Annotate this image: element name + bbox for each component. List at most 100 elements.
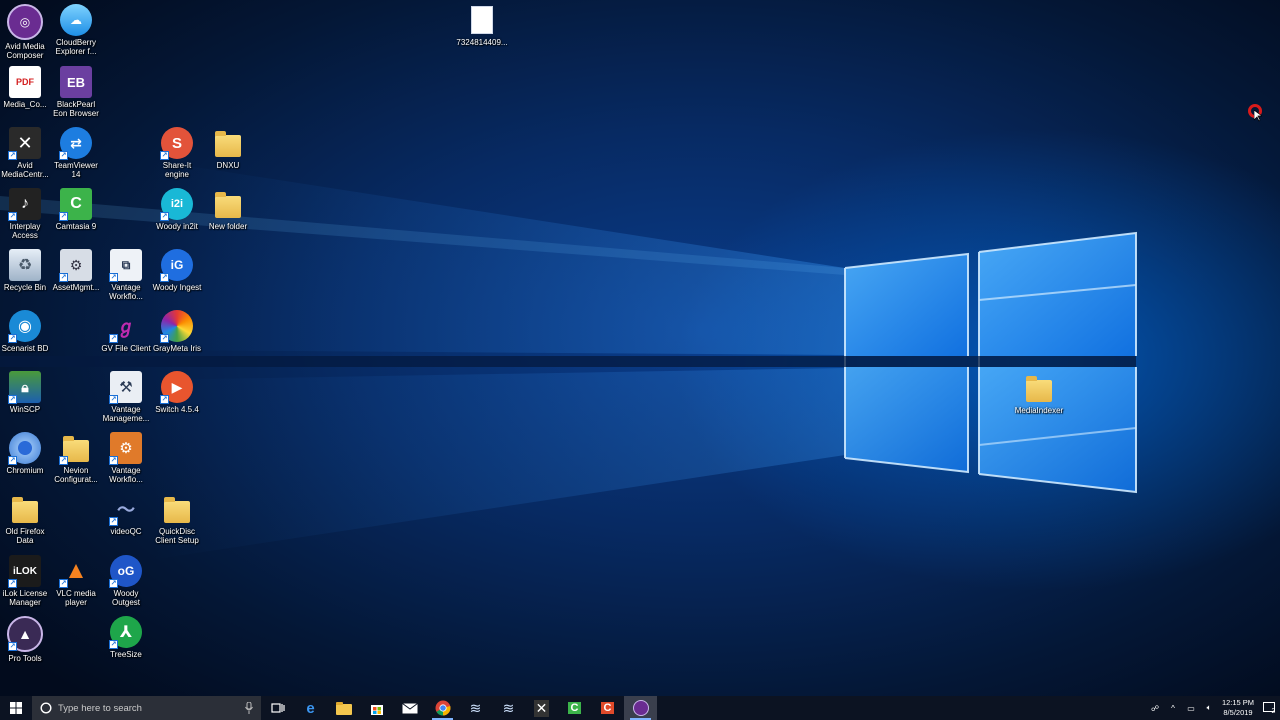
icon-label: DNXU [216,161,240,170]
desktop-icon-cloudberry[interactable]: ☁ CloudBerry Explorer f... [51,4,101,56]
gv-file-client-icon: ℊ ↗ [109,317,135,343]
taskbar: Type here to search e ≋ ≋ ✕ C C ☍ ^ ▭ 🔈︎… [0,696,1280,720]
shortcut-arrow-icon: ↗ [59,456,68,465]
desktop-icon-ilok[interactable]: iLOK ↗ iLok License Manager [0,555,50,607]
desktop-icon-teamviewer[interactable]: ⇄ ↗ TeamViewer 14 [51,127,101,179]
icon-label: TeamViewer 14 [54,161,98,179]
shortcut-arrow-icon: ↗ [8,151,17,160]
shortcut-arrow-icon: ↗ [160,395,169,404]
mouse-pointer-icon [1254,110,1262,122]
task-view-icon [270,703,285,713]
desktop-icon-mediaindexer[interactable]: MediaIndexer [1013,372,1065,415]
icon-label: Avid MediaCentr... [1,161,49,179]
taskbar-edge[interactable]: e [294,696,327,720]
desktop-icon-vantage-manageme[interactable]: ⚒ ↗ Vantage Manageme... [101,371,151,423]
nevion-folder-icon: ↗ [59,432,92,465]
taskbar-app-swirl-1[interactable]: ≋ [459,696,492,720]
taskbar-camtasia-recorder[interactable]: C [591,696,624,720]
vlc-cone-icon: ▲ ↗ [59,557,88,588]
desktop-icon-nevion[interactable]: ↗ Nevion Configurat... [51,432,101,484]
assetmgmt-icon: ⚙ ↗ [59,249,92,282]
desktop-icon-vantage-workflo-1[interactable]: ⧉ ↗ Vantage Workflo... [101,249,151,301]
blackpearl-icon: EB [60,66,92,98]
microphone-icon[interactable] [245,702,253,714]
shortcut-arrow-icon: ↗ [109,395,118,404]
icon-label: Vantage Workflo... [109,466,143,484]
camtasia-icon: C [567,702,582,714]
desktop-icon-woody-outgest[interactable]: oG ↗ Woody Outgest [101,555,151,607]
desktop-icon-file-732[interactable]: 7324814409... [456,4,508,47]
icon-label: New folder [208,222,248,231]
interplay-icon: ♪ ↗ [8,188,41,221]
taskbar-camtasia-green[interactable]: C [558,696,591,720]
desktop-icon-vantage-workflo-2[interactable]: ⚙ ↗ Vantage Workflo... [101,432,151,484]
desktop-icon-videoqc[interactable]: 〜 ↗ videoQC [101,493,151,536]
woody-ingest-icon: iG ↗ [160,249,193,282]
desktop-icon-treesize[interactable]: ⅄ ↗ TreeSize [101,616,151,659]
windows-logo-icon [10,702,22,714]
icon-label: VLC media player [56,589,96,607]
desktop-icon-media-co[interactable]: PDF Media_Co... [0,66,50,109]
desktop-icon-graymeta[interactable]: ↗ GrayMeta Iris [152,310,202,353]
camtasia-recorder-icon: C [600,702,615,714]
shortcut-arrow-icon: ↗ [59,579,68,588]
clock-time: 12:15 PM [1221,698,1255,707]
icon-label: Vantage Manageme... [102,405,150,423]
folder-icon [1023,372,1055,404]
desktop-icon-switch[interactable]: ▶ ↗ Switch 4.5.4 [152,371,202,414]
start-button[interactable] [0,696,32,720]
desktop-icon-woody-in2it[interactable]: i2i ↗ Woody in2it [152,188,202,231]
store-bag-icon [370,705,383,715]
taskbar-app-swirl-2[interactable]: ≋ [492,696,525,720]
volume-icon[interactable]: 🔈︎ [1200,703,1218,713]
icon-label: TreeSize [110,650,142,659]
desktop-icon-camtasia[interactable]: C ↗ Camtasia 9 [51,188,101,231]
people-icon[interactable]: ☍ [1146,704,1164,713]
desktop-icon-old-firefox[interactable]: Old Firefox Data [0,493,50,545]
action-center-button[interactable]: 2 [1258,702,1280,715]
icon-label: Switch 4.5.4 [155,405,199,414]
document-file-icon [466,4,498,36]
avid-mediacentral-icon: ✕ [533,699,550,717]
desktop-icon-quickdisc[interactable]: QuickDisc Client Setup [152,493,202,545]
cloudberry-icon: ☁ [60,4,92,36]
desktop-icon-new-folder[interactable]: New folder [203,188,253,231]
desktop-icon-gv-file-client[interactable]: ℊ ↗ GV File Client [101,310,151,353]
taskbar-avid-mediacentral[interactable]: ✕ [525,696,558,720]
vantage-workflow-icon: ⚙ ↗ [109,432,142,465]
desktop-icon-pro-tools[interactable]: ▲ ↗ Pro Tools [0,616,50,663]
network-icon[interactable]: ▭ [1182,704,1200,713]
taskbar-store[interactable] [360,696,393,720]
desktop-icon-interplay[interactable]: ♪ ↗ Interplay Access [0,188,50,240]
desktop-icon-avid-mediacentral[interactable]: ✕ ↗ Avid MediaCentr... [0,127,50,179]
clock-date: 8/5/2019 [1223,708,1253,717]
folder-icon [9,493,41,525]
desktop-icon-scenarist[interactable]: ◉ ↗ Scenarist BD [0,310,50,353]
show-hidden-icons-chevron-icon[interactable]: ^ [1164,704,1182,713]
desktop-icon-blackpearl[interactable]: EB BlackPearl Eon Browser [51,66,101,118]
taskbar-mail[interactable] [393,696,426,720]
icon-label: Chromium [6,466,44,475]
icon-label: Interplay Access [9,222,41,240]
swirl-app-icon: ≋ [469,699,482,716]
woody-outgest-icon: oG ↗ [109,555,142,588]
folder-icon [212,188,244,220]
icon-label: Old Firefox Data [5,527,45,545]
desktop-icon-avid-media-composer[interactable]: ◎ Avid Media Composer [0,4,50,60]
taskbar-file-explorer[interactable] [327,696,360,720]
desktop-icon-vlc[interactable]: ▲ ↗ VLC media player [51,555,101,607]
taskbar-chrome[interactable] [426,696,459,720]
desktop-icon-chromium[interactable]: ↗ Chromium [0,432,50,475]
desktop-icon-recycle-bin[interactable]: ♻ Recycle Bin [0,249,50,292]
icon-label: 7324814409... [456,38,508,47]
taskbar-avid-media-composer[interactable] [624,696,657,720]
desktop-icon-dnxu[interactable]: DNXU [203,127,253,170]
desktop-icon-assetmgmt[interactable]: ⚙ ↗ AssetMgmt... [51,249,101,292]
task-view-button[interactable] [261,696,294,720]
desktop-icon-shareit[interactable]: S ↗ Share-It engine [152,127,202,179]
clock[interactable]: 12:15 PM 8/5/2019 [1218,698,1258,718]
desktop-icon-woody-ingest[interactable]: iG ↗ Woody Ingest [152,249,202,292]
search-box[interactable]: Type here to search [32,696,261,720]
desktop-icon-winscp[interactable]: 🔒︎ ↗ WinSCP [0,371,50,414]
pdf-file-icon: PDF [9,66,41,98]
